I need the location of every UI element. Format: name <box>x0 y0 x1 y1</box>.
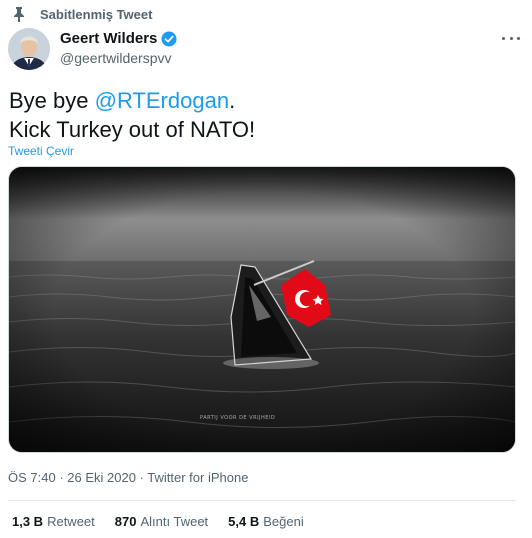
tweet-metadata: ÖS 7:40 · 26 Eki 2020 · Twitter for iPho… <box>8 470 248 485</box>
pin-icon <box>10 6 28 22</box>
more-dots-icon[interactable] <box>502 30 520 46</box>
tweet-line-2: Kick Turkey out of NATO! <box>9 117 256 142</box>
retweets-label: Retweet <box>47 514 95 529</box>
author-block: Geert Wilders @geertwilderspvv <box>60 30 177 66</box>
tweet-line-1-suffix: . <box>229 88 236 113</box>
quote-tweets-label: Alıntı Tweet <box>140 514 209 529</box>
tweet-time[interactable]: ÖS 7:40 <box>8 470 56 485</box>
author-handle[interactable]: @geertwilderspvv <box>60 50 177 66</box>
likes-label: Beğeni <box>263 514 304 529</box>
retweets-count: 1,3 B <box>12 514 44 529</box>
author-name[interactable]: Geert Wilders <box>60 30 157 47</box>
verified-badge-icon <box>161 31 177 47</box>
engagement-stats: 1,3 B Retweet 870 Alıntı Tweet 5,4 B Beğeni <box>12 514 324 529</box>
meta-separator-2: · <box>135 470 148 485</box>
tweet-source[interactable]: Twitter for iPhone <box>147 470 248 485</box>
pinned-tweet-header: Sabitlenmiş Tweet <box>10 6 152 22</box>
image-watermark: PARTIJ VOOR DE VRIJHEID <box>200 415 276 421</box>
tweet-date[interactable]: 26 Eki 2020 <box>67 470 136 485</box>
tweet-line-1-prefix: Bye bye <box>9 88 95 113</box>
mention-link[interactable]: @RTErdogan <box>95 88 229 113</box>
avatar[interactable] <box>8 28 50 70</box>
meta-separator-1: · <box>55 470 68 485</box>
quote-tweets-stat[interactable]: 870 Alıntı Tweet <box>115 514 208 529</box>
tweet-text: Bye bye @RTErdogan. Kick Turkey out of N… <box>9 86 255 144</box>
quote-tweets-count: 870 <box>114 514 137 529</box>
translate-tweet-link[interactable]: Tweeti Çevir <box>8 144 74 158</box>
likes-stat[interactable]: 5,4 B Beğeni <box>228 514 304 529</box>
retweets-stat[interactable]: 1,3 B Retweet <box>12 514 95 529</box>
likes-count: 5,4 B <box>228 514 260 529</box>
tweet-media-image[interactable] <box>8 166 516 453</box>
divider <box>8 500 516 501</box>
pinned-label: Sabitlenmiş Tweet <box>40 6 153 22</box>
tweet-line-1: Bye bye @RTErdogan. <box>9 86 255 115</box>
